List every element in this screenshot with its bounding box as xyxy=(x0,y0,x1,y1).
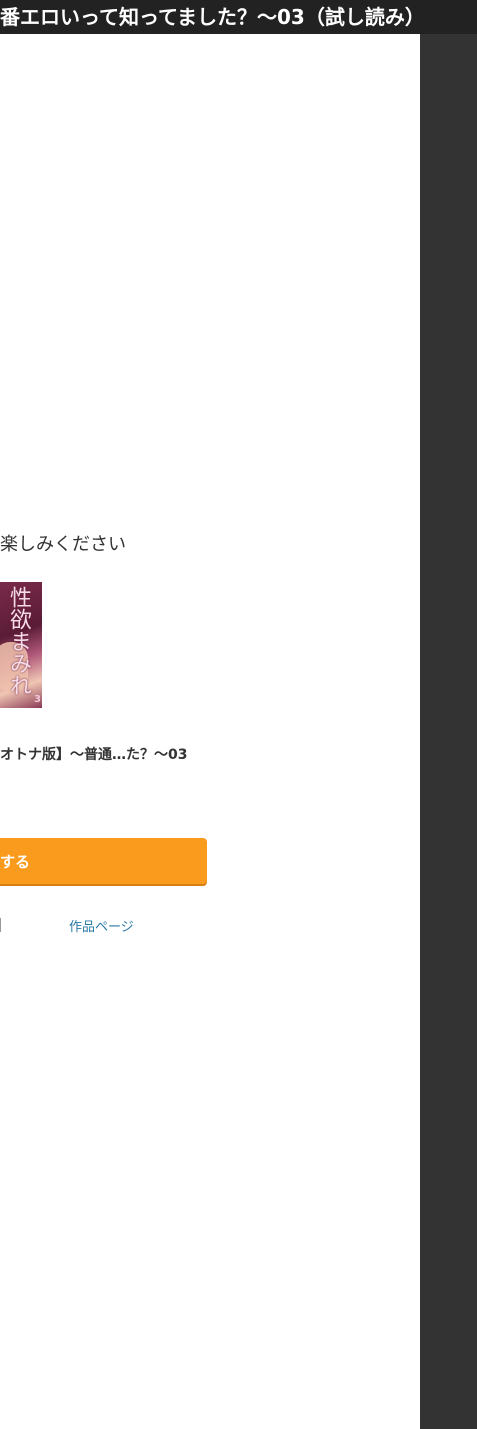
page-title: 番エロいって知ってました？〜03（試し読み） xyxy=(0,5,425,29)
purchase-button[interactable]: する xyxy=(0,838,207,884)
work-title[interactable]: オトナ版】〜普通…た？〜03 xyxy=(0,744,187,764)
cover-thumbnail[interactable]: 性欲まみれ 3 xyxy=(0,582,42,708)
viewer-page: 番エロいって知ってました？〜03（試し読み） 楽しみください 性欲まみれ 3 オ… xyxy=(0,0,477,1429)
main-content: 楽しみください 性欲まみれ 3 オトナ版】〜普通…た？〜03 する 作品ページ xyxy=(0,34,420,1429)
end-message: 楽しみください xyxy=(0,534,126,555)
link-divider xyxy=(0,918,1,932)
work-page-link[interactable]: 作品ページ xyxy=(69,916,134,935)
side-panel xyxy=(420,0,477,1429)
cover-volume-badge: 3 xyxy=(34,694,41,705)
cover-title-text: 性欲まみれ xyxy=(6,586,31,696)
title-bar: 番エロいって知ってました？〜03（試し読み） xyxy=(0,0,477,34)
